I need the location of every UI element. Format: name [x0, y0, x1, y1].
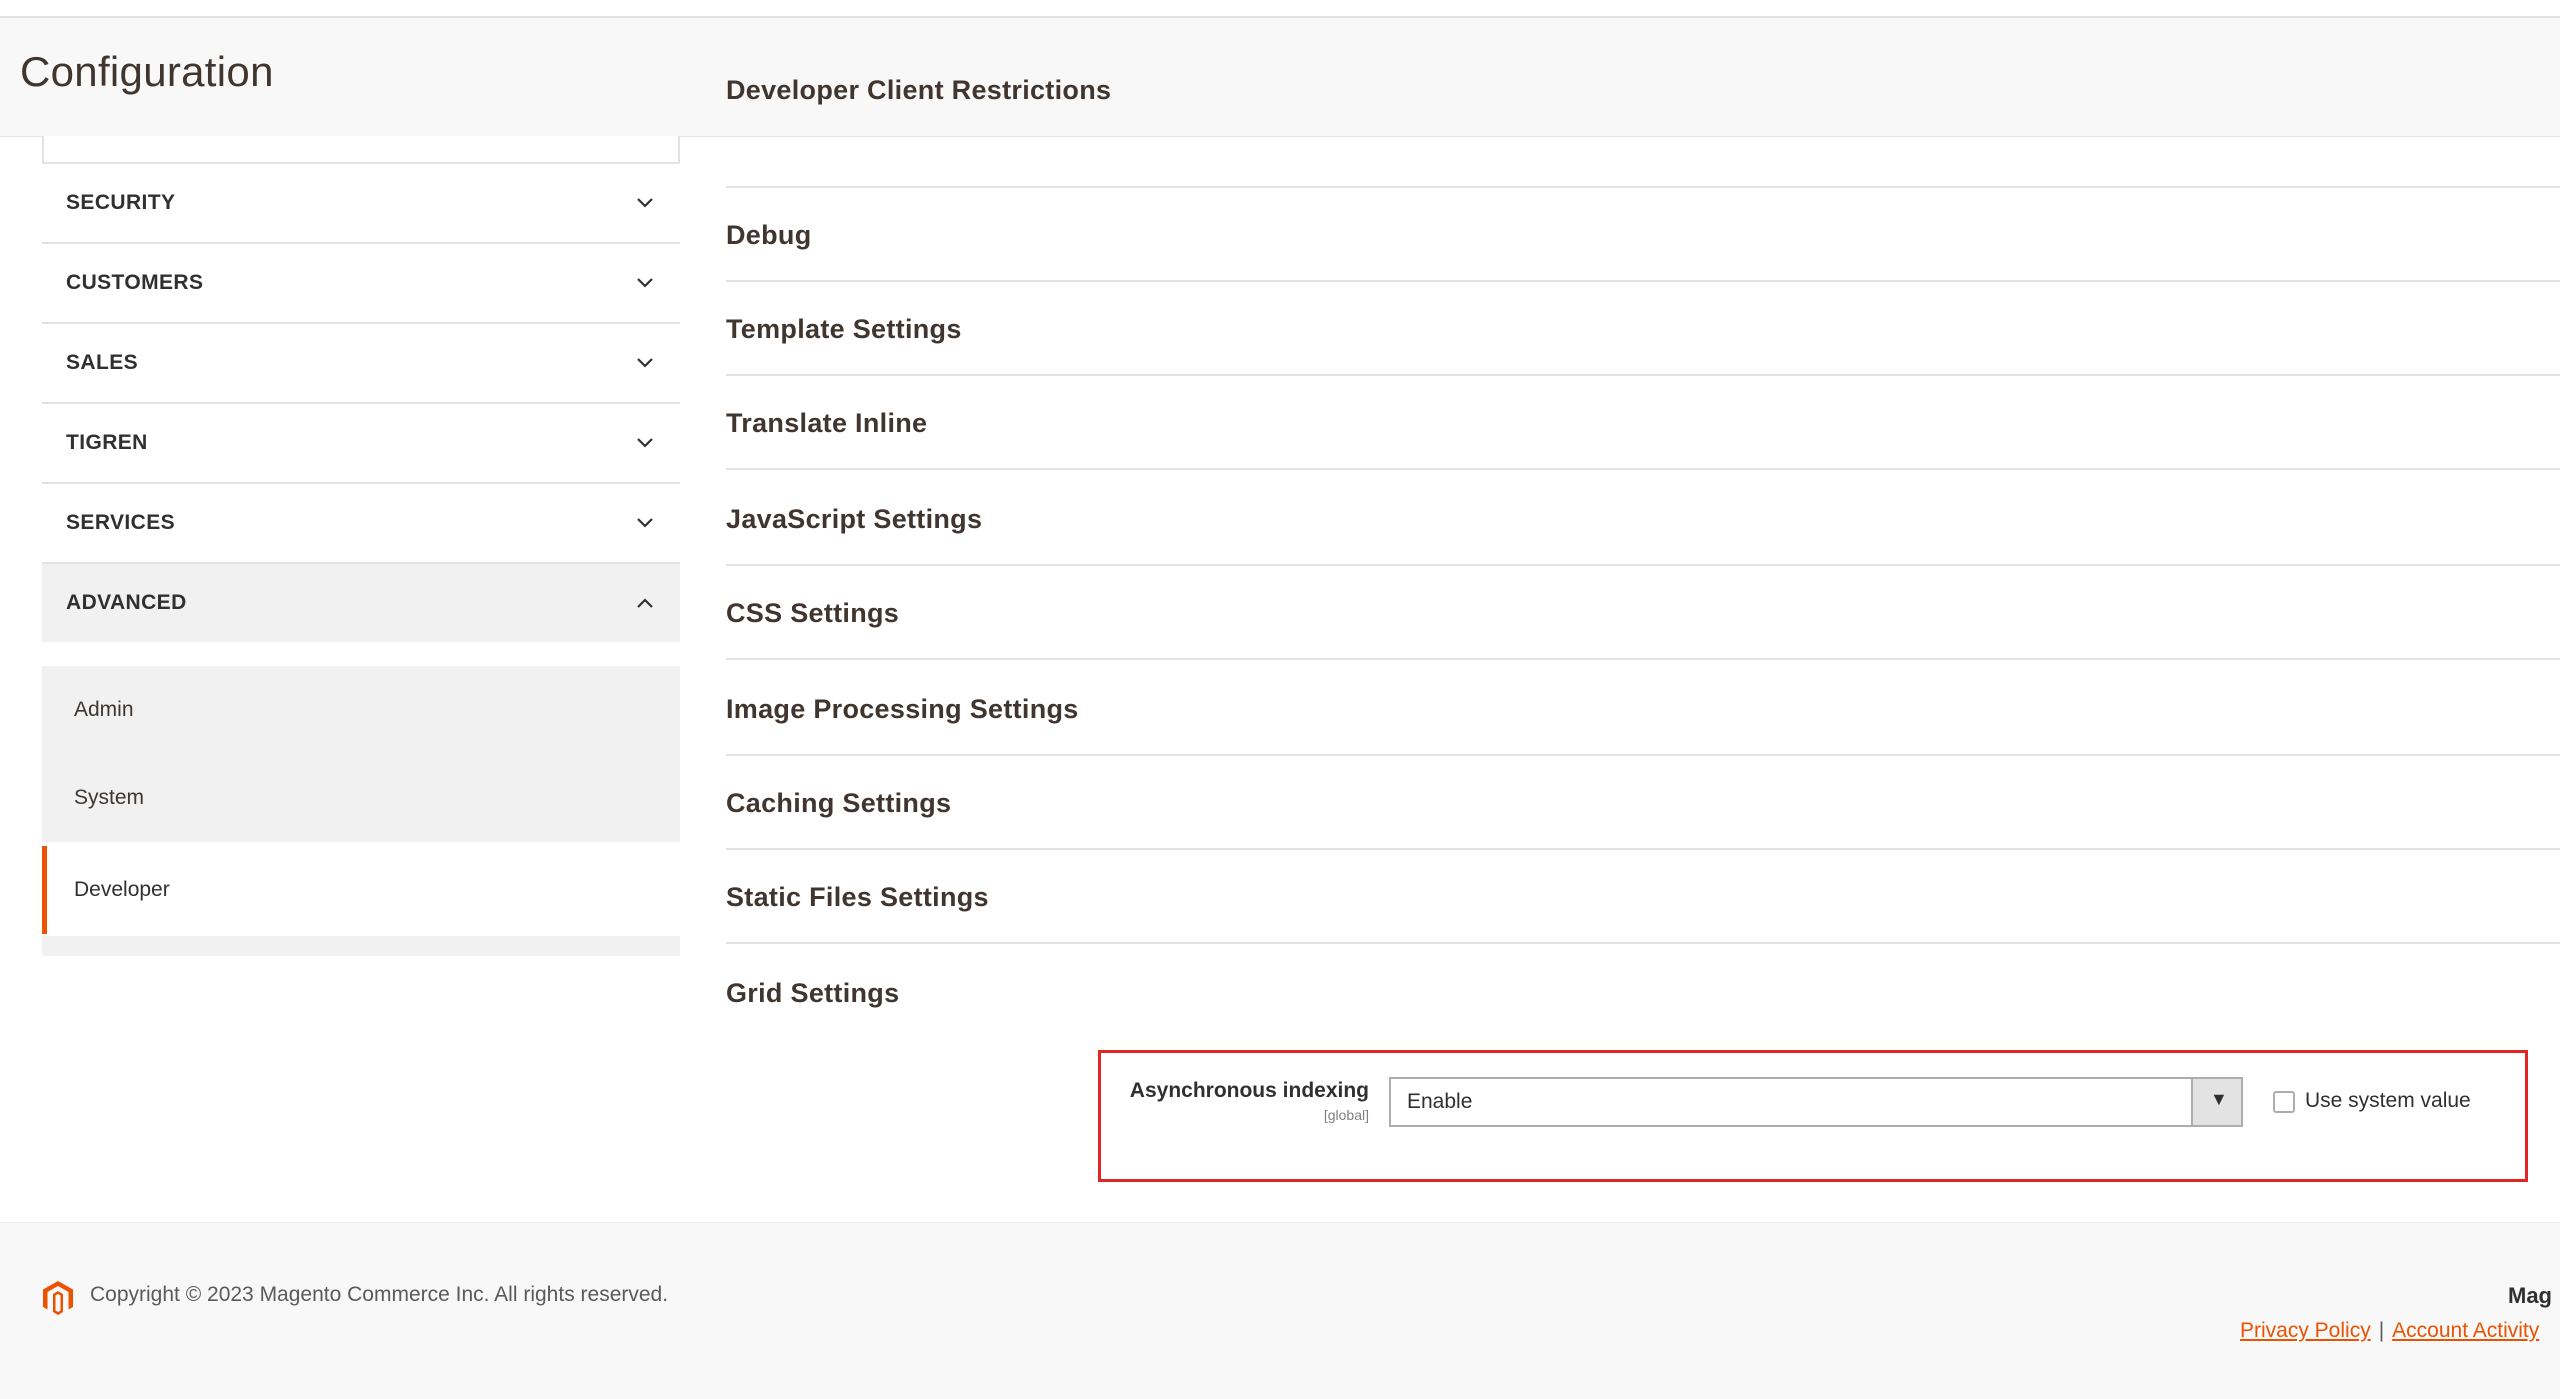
- link-separator: |: [2378, 1319, 2385, 1342]
- sidebar-subitem-label: System: [74, 786, 145, 809]
- field-scope: [global]: [1323, 1107, 1369, 1123]
- privacy-policy-link[interactable]: Privacy Policy: [2240, 1319, 2371, 1342]
- section-static-files-settings[interactable]: Static Files Settings: [726, 850, 2560, 944]
- sidebar-subitem-label: Admin: [74, 698, 134, 721]
- chevron-up-icon: [637, 598, 653, 608]
- page-footer: Copyright © 2023 Magento Commerce Inc. A…: [0, 1222, 2560, 1399]
- use-system-value-label: Use system value: [2305, 1089, 2471, 1112]
- sidebar-item-customers[interactable]: CUSTOMERS: [42, 242, 680, 322]
- section-template-settings[interactable]: Template Settings: [726, 282, 2560, 376]
- sidebar-item-security[interactable]: SECURITY: [42, 162, 680, 242]
- sidebar-item-services[interactable]: SERVICES: [42, 482, 680, 562]
- section-title: Caching Settings: [726, 788, 952, 818]
- magento-logo-icon: [43, 1281, 73, 1315]
- caret-down-icon: ▼: [2210, 1089, 2228, 1109]
- asynchronous-indexing-select[interactable]: Enable ▼: [1389, 1077, 2243, 1127]
- section-title: CSS Settings: [726, 598, 900, 628]
- footer-brand: Mag: [2508, 1283, 2552, 1308]
- section-title: Static Files Settings: [726, 882, 989, 912]
- top-border: [0, 0, 2560, 18]
- chevron-down-icon: [637, 518, 653, 528]
- section-title: Grid Settings: [726, 978, 900, 1008]
- section-translate-inline[interactable]: Translate Inline: [726, 376, 2560, 470]
- sidebar-item-tigren[interactable]: TIGREN: [42, 402, 680, 482]
- sidebar-subitem-admin[interactable]: Admin: [42, 666, 680, 754]
- section-title: JavaScript Settings: [726, 504, 983, 534]
- section-caching-settings[interactable]: Caching Settings: [726, 756, 2560, 850]
- section-title: Image Processing Settings: [726, 694, 1079, 724]
- section-title: Template Settings: [726, 314, 962, 344]
- use-system-value-checkbox[interactable]: [2273, 1091, 2295, 1113]
- section-title: Translate Inline: [726, 408, 928, 438]
- chevron-down-icon: [637, 198, 653, 208]
- sidebar-item-label: CUSTOMERS: [66, 271, 204, 294]
- copyright-text: Copyright © 2023 Magento Commerce Inc. A…: [90, 1283, 669, 1306]
- select-arrow-button[interactable]: ▼: [2191, 1079, 2241, 1125]
- sidebar-bottom: [42, 936, 680, 956]
- config-sidebar: SECURITY CUSTOMERS SALES TIGREN SERVICES…: [42, 136, 680, 956]
- sidebar-subitem-system[interactable]: System: [42, 754, 680, 842]
- section-css-settings[interactable]: CSS Settings: [726, 566, 2560, 660]
- sidebar-item-advanced[interactable]: ADVANCED: [42, 562, 680, 642]
- select-value: Enable: [1407, 1090, 1473, 1113]
- sidebar-item-sales[interactable]: SALES: [42, 322, 680, 402]
- sidebar-item-label: SALES: [66, 351, 139, 374]
- sidebar-item-label: SECURITY: [66, 191, 176, 214]
- field-label: Asynchronous indexing: [1129, 1079, 1369, 1102]
- chevron-down-icon: [637, 278, 653, 288]
- account-activity-link[interactable]: Account Activity: [2392, 1319, 2539, 1342]
- sidebar-item-partial: [42, 136, 680, 164]
- section-title: Developer Client Restrictions: [726, 75, 1112, 105]
- sidebar-item-label: ADVANCED: [66, 591, 187, 614]
- section-grid-settings[interactable]: Grid Settings: [726, 946, 2560, 1040]
- chevron-down-icon: [637, 358, 653, 368]
- sidebar-item-label: SERVICES: [66, 511, 176, 534]
- section-title: Debug: [726, 220, 812, 250]
- section-developer-client-restrictions[interactable]: Developer Client Restrictions: [726, 75, 2560, 188]
- sidebar-subitem-label: Developer: [74, 878, 170, 901]
- asynchronous-indexing-field: Asynchronous indexing [global] Enable ▼ …: [1098, 1050, 2528, 1182]
- section-javascript-settings[interactable]: JavaScript Settings: [726, 472, 2560, 566]
- page-title: Configuration: [20, 48, 274, 95]
- section-debug[interactable]: Debug: [726, 188, 2560, 282]
- footer-links: Privacy Policy | Account Activity: [2240, 1319, 2539, 1343]
- sidebar-subitem-developer[interactable]: Developer: [42, 846, 680, 934]
- sidebar-item-label: TIGREN: [66, 431, 148, 454]
- chevron-down-icon: [637, 438, 653, 448]
- section-image-processing-settings[interactable]: Image Processing Settings: [726, 662, 2560, 756]
